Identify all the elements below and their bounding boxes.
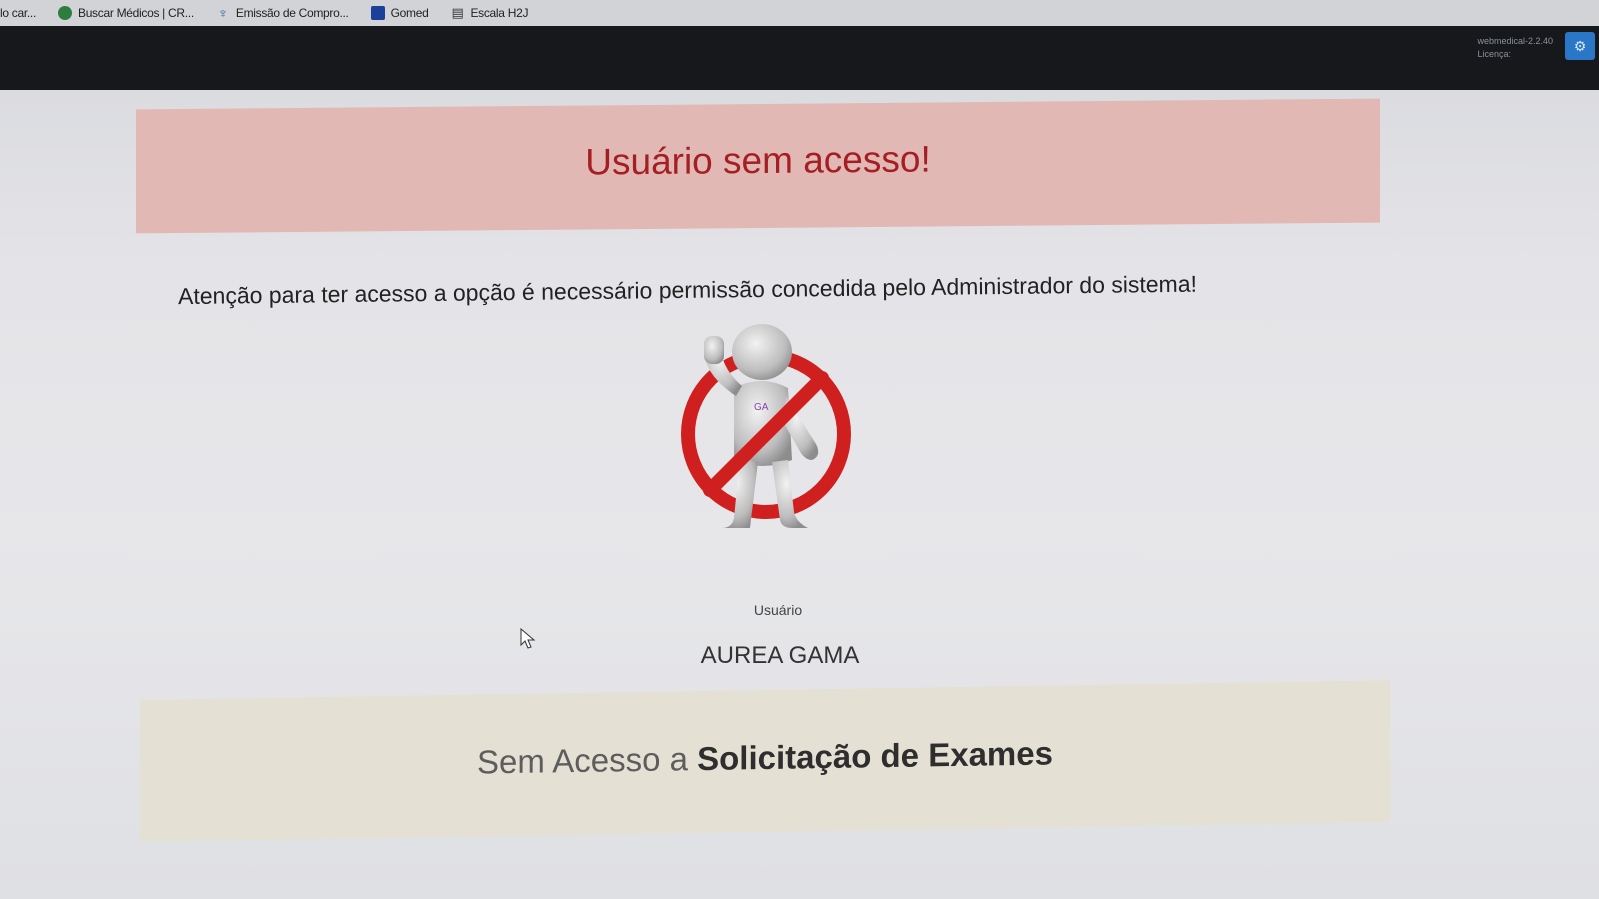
bookmarks-bar: lo car... Buscar Médicos | CR... ♆ Emiss… (0, 0, 1599, 26)
bookmark-label: lo car... (0, 6, 36, 20)
version-info: webmedical-2.2.40 Licença: (1477, 35, 1553, 61)
bookmark-emissao[interactable]: ♆ Emissão de Compro... (216, 6, 349, 20)
feature-name: Solicitação de Exames (697, 734, 1053, 778)
document-icon: ▤ (451, 5, 464, 20)
mouse-cursor-icon (520, 628, 536, 649)
license-label: Licença: (1477, 49, 1511, 59)
blue-square-icon (370, 6, 385, 20)
bookmark-label: Buscar Médicos | CR... (77, 6, 194, 20)
bookmark-label: Gomed (390, 6, 429, 20)
settings-button[interactable]: ⚙ (1565, 32, 1595, 60)
access-denied-text: Sem Acesso a Solicitação de Exames (477, 734, 1053, 781)
bookmark-gomed[interactable]: Gomed (370, 6, 429, 20)
access-prefix: Sem Acesso a (477, 740, 698, 781)
user-name: AUREA GAMA (700, 642, 860, 669)
app-header: webmedical-2.2.40 Licença: ⚙ (0, 26, 1599, 90)
bookmark-0[interactable]: lo car... (0, 6, 36, 20)
bookmark-label: Escala H2J (470, 6, 529, 20)
access-denied-banner: Sem Acesso a Solicitação de Exames (140, 680, 1390, 842)
alert-banner: Usuário sem acesso! (136, 98, 1380, 234)
forbidden-person-icon: GA (681, 324, 851, 528)
bookmark-label: Emissão de Compro... (235, 6, 349, 20)
bookmark-escala[interactable]: ▤ Escala H2J (450, 5, 529, 21)
screen: lo car... Buscar Médicos | CR... ♆ Emiss… (0, 0, 1599, 899)
badge-text: GA (754, 402, 769, 413)
permission-message: Atenção para ter acesso a opção é necess… (177, 270, 1198, 310)
green-circle-icon (57, 6, 72, 20)
version-text: webmedical-2.2.40 (1477, 36, 1553, 46)
gear-icon: ⚙ (1573, 38, 1587, 54)
alert-title: Usuário sem acesso! (585, 138, 931, 183)
bookmark-buscar-medicos[interactable]: Buscar Médicos | CR... (57, 6, 194, 20)
tree-icon: ♆ (217, 5, 229, 21)
user-label: Usuário (753, 602, 803, 618)
